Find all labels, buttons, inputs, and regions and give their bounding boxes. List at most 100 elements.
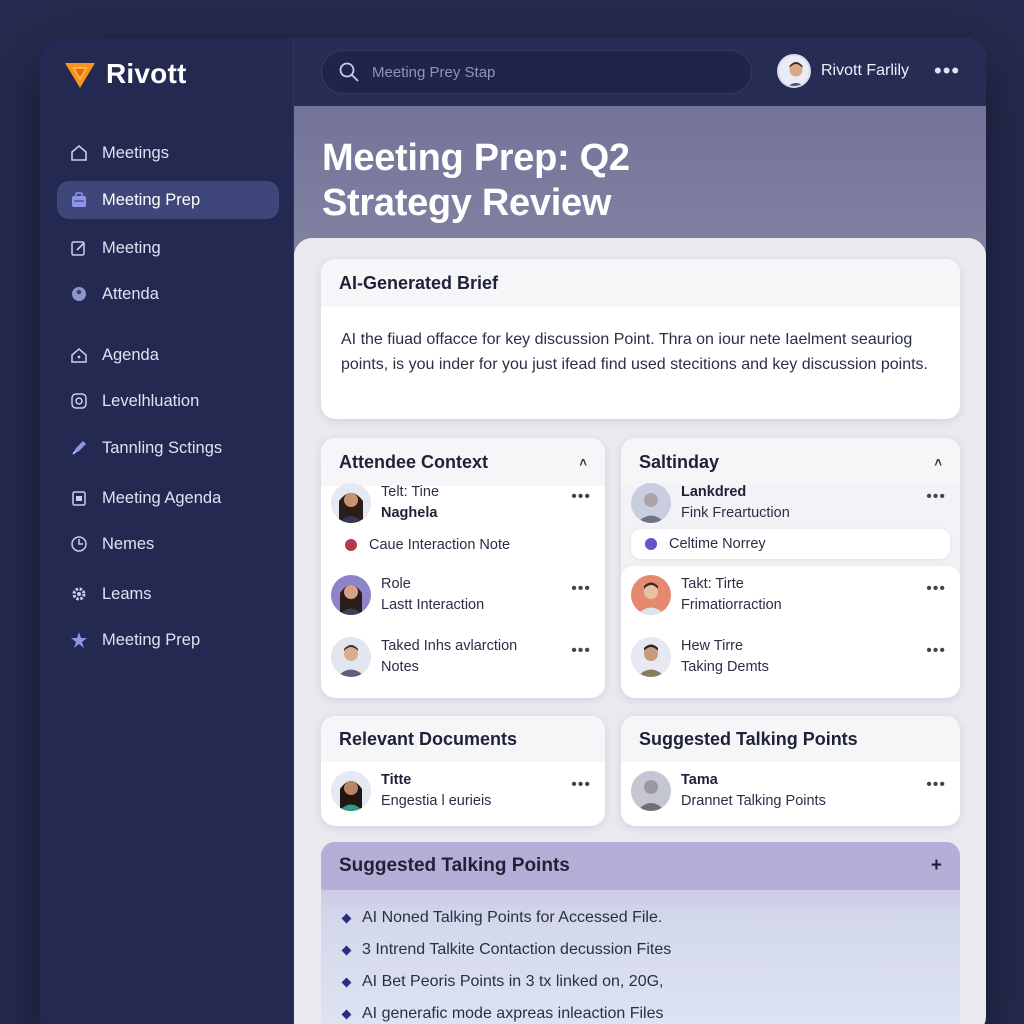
brief-text: AI the fiuad offacce for key discussion … xyxy=(341,331,928,373)
add-button[interactable]: + xyxy=(931,855,942,877)
card-header: Attendee Context ˄ xyxy=(321,438,605,486)
more-options-icon[interactable]: ••• xyxy=(571,776,591,794)
item-text: AI Noned Talking Points for Accessed Fil… xyxy=(362,909,663,926)
list-item[interactable]: AI Noned Talking Points for Accessed Fil… xyxy=(341,902,960,934)
document-row[interactable]: Titte Engestia l eurieis ••• xyxy=(331,770,595,812)
search-icon xyxy=(339,62,359,82)
interaction-note[interactable]: Caue Interaction Note xyxy=(331,530,595,560)
sidebar-item-leams[interactable]: Leams xyxy=(57,575,279,613)
talking-point-row[interactable]: Tama Drannet Talking Points ••• xyxy=(631,770,950,812)
gear-icon xyxy=(72,587,86,601)
note-label: Celtime Norrey xyxy=(669,536,766,552)
row-title: Hew Tirre xyxy=(681,638,744,654)
ai-brief-card: AI-Generated Brief AI the fiuad offacce … xyxy=(321,259,960,419)
brand-name: Rivott xyxy=(106,58,187,89)
interaction-note[interactable]: Celtime Norrey xyxy=(631,529,950,559)
sidebar: Rivott Meetings Meeting Prep Meeting Att… xyxy=(40,38,294,1024)
sidebar-item-meeting-prep-2[interactable]: Meeting Prep xyxy=(57,621,279,659)
sidebar-item-attenda[interactable]: Attenda xyxy=(57,275,279,313)
avatar xyxy=(331,575,371,615)
row-subtitle: Engestia l eurieis xyxy=(381,793,492,809)
sidebar-item-meeting[interactable]: Meeting xyxy=(57,229,279,267)
avatar xyxy=(331,637,371,677)
sidebar-item-label: Meeting Prep xyxy=(102,630,201,649)
page-title: Meeting Prep: Q2 Strategy Review xyxy=(322,137,630,224)
row-subtitle: Naghela xyxy=(381,505,438,521)
more-options-icon[interactable]: ••• xyxy=(571,488,591,506)
attendee-row[interactable]: Takt: Tirte Frimatiorraction ••• xyxy=(631,574,950,616)
app-window: Rivott Meetings Meeting Prep Meeting Att… xyxy=(40,38,986,1024)
more-options-icon[interactable]: ••• xyxy=(926,642,946,660)
list-item[interactable]: AI Bet Peoris Points in 3 tx linked on, … xyxy=(341,966,960,998)
top-bar: Rivott Farlily ••• xyxy=(294,38,986,106)
note-dot-icon xyxy=(645,538,657,550)
card-header: AI-Generated Brief xyxy=(321,259,960,307)
row-subtitle: Frimatiorraction xyxy=(681,597,782,613)
card-title: Saltinday xyxy=(639,451,720,472)
home-icon xyxy=(71,144,87,161)
more-options-icon[interactable]: ••• xyxy=(926,776,946,794)
row-subtitle: Notes xyxy=(381,659,419,675)
sidebar-item-label: Attenda xyxy=(102,284,159,303)
panel-header: Suggested Talking Points + xyxy=(321,842,960,890)
bullet-icon xyxy=(341,945,352,955)
sidebar-item-label: Nemes xyxy=(102,534,155,553)
sidebar-item-levelhluation[interactable]: Levelhluation xyxy=(57,382,279,420)
brand[interactable]: Rivott xyxy=(64,58,187,90)
sidebar-item-nemes[interactable]: Nemes xyxy=(57,525,279,563)
sidebar-item-label: Meetings xyxy=(102,143,169,162)
relevant-documents-card: Relevant Documents Titte Engestia l eurie… xyxy=(321,716,605,826)
card-title: AI-Generated Brief xyxy=(339,272,499,293)
more-options-icon[interactable]: ••• xyxy=(571,642,591,660)
row-subtitle: Drannet Talking Points xyxy=(681,793,826,809)
card-header: Relevant Documents xyxy=(321,716,605,762)
more-options-button[interactable]: ••• xyxy=(934,60,960,82)
row-title: Tama xyxy=(681,772,718,788)
collapse-caret-icon[interactable]: ˄ xyxy=(934,455,942,470)
item-text: 3 Intrend Talkite Contaction decussion F… xyxy=(362,941,672,958)
attendee-row[interactable]: Telt: Tine Naghela ••• xyxy=(331,482,595,524)
sidebar-item-meetings[interactable]: Meetings xyxy=(57,134,279,172)
item-text: AI Bet Peoris Points in 3 tx linked on, … xyxy=(362,973,664,990)
bullet-icon xyxy=(341,1009,352,1019)
attendee-row[interactable]: Taked Inhs avlarction Notes ••• xyxy=(331,636,595,678)
attendee-row[interactable]: Lankdred Fink Freartuction ••• xyxy=(631,482,950,524)
edit-icon xyxy=(71,241,85,256)
row-title: Takt: Tirte xyxy=(681,576,744,592)
row-title: Taked Inhs avlarction xyxy=(381,638,518,654)
rocket-icon xyxy=(72,441,86,455)
note-label: Caue Interaction Note xyxy=(369,537,511,553)
user-menu[interactable]: Rivott Farlily xyxy=(777,54,909,88)
avatar xyxy=(631,575,671,615)
note-dot-icon xyxy=(345,539,357,551)
more-options-icon[interactable]: ••• xyxy=(926,488,946,506)
sidebar-item-meeting-prep[interactable]: Meeting Prep xyxy=(57,181,279,219)
attendee-row[interactable]: Hew Tirre Taking Demts ••• xyxy=(631,636,950,678)
list-item[interactable]: AI generafic mode axpreas inleaction Fil… xyxy=(341,998,960,1024)
list-item[interactable]: 3 Intrend Talkite Contaction decussion F… xyxy=(341,934,960,966)
search-input[interactable] xyxy=(372,63,712,81)
sidebar-item-meeting-agenda[interactable]: Meeting Agenda xyxy=(57,479,279,517)
card-title: Relevant Documents xyxy=(339,728,518,749)
row-title: Telt: Tine xyxy=(381,484,440,500)
avatar xyxy=(331,771,371,811)
avatar xyxy=(631,637,671,677)
search-bar[interactable] xyxy=(321,50,752,94)
sidebar-item-label: Meeting xyxy=(102,238,161,257)
sidebar-item-tannling-sctings[interactable]: Tannling Sctings xyxy=(57,429,279,467)
attendee-row[interactable]: Role Lastt Interaction ••• xyxy=(331,574,595,616)
sidebar-item-agenda[interactable]: Agenda xyxy=(57,336,279,374)
collapse-caret-icon[interactable]: ˄ xyxy=(579,455,587,470)
refresh-icon xyxy=(71,393,87,409)
more-options-icon[interactable]: ••• xyxy=(571,580,591,598)
main-area: Rivott Farlily ••• Meeting Prep: Q2 Stra… xyxy=(294,38,986,1024)
attendee-context-card: Attendee Context ˄ Telt: Tine Naghela •••… xyxy=(321,438,605,698)
avatar xyxy=(777,54,811,88)
user-name: Rivott Farlily xyxy=(821,62,910,79)
row-title: Titte xyxy=(381,772,412,788)
sidebar-item-label: Meeting Agenda xyxy=(102,488,222,507)
suggested-talking-points-card: Suggested Talking Points Tama Drannet Tal… xyxy=(621,716,960,826)
more-options-icon[interactable]: ••• xyxy=(926,580,946,598)
circle-icon xyxy=(72,287,86,301)
item-text: AI generafic mode axpreas inleaction Fil… xyxy=(362,1005,664,1022)
